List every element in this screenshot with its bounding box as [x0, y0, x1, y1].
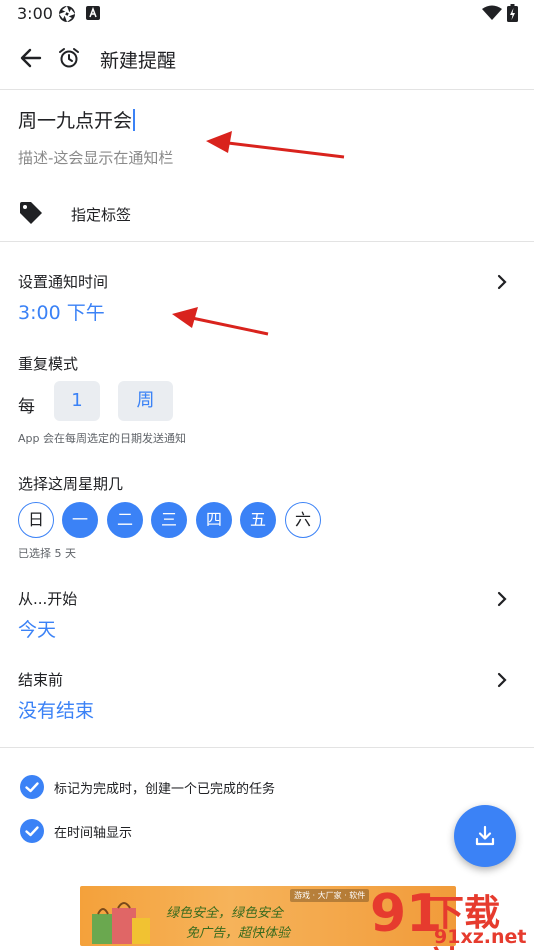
weekday-tuesday[interactable]: 二 — [107, 502, 143, 538]
weekday-monday[interactable]: 一 — [62, 502, 98, 538]
show-in-timeline-label: 在时间轴显示 — [54, 826, 133, 841]
weekday-sunday[interactable]: 日 — [18, 502, 54, 538]
save-fab-button[interactable] — [454, 805, 516, 867]
selected-days-summary: 已选择 5 天 — [18, 547, 76, 560]
end-date-label: 结束前 — [18, 671, 64, 689]
accessibility-badge-icon — [86, 5, 100, 25]
status-bar: 3:00 — [0, 0, 534, 28]
repeat-mode-label: 重复模式 — [18, 355, 79, 373]
repeat-unit-select[interactable]: 周 — [118, 381, 173, 421]
create-completed-task-label: 标记为完成时，创建一个已完成的任务 — [54, 782, 276, 797]
reminder-title-input[interactable]: 周一九点开会 — [18, 106, 136, 133]
chevron-right-icon — [495, 274, 509, 294]
checkbox-checked-icon[interactable] — [20, 775, 44, 799]
banner-headline: 绿色安全，绿色安全 — [166, 906, 284, 921]
app-bar: 新建提醒 — [0, 28, 534, 90]
text-caret — [133, 109, 136, 131]
repeat-interval-field[interactable]: 1 — [54, 381, 100, 421]
create-completed-task-option[interactable]: 标记为完成时，创建一个已完成的任务 — [0, 771, 440, 805]
banner-tag: 游戏 · 大厂家 · 软件 — [290, 889, 370, 902]
wifi-icon — [482, 5, 502, 25]
chevron-right-icon — [495, 672, 509, 692]
every-label: 每 — [18, 397, 35, 417]
banner-subline: 免广告，超快体验 — [186, 926, 291, 941]
weekday-picker-label: 选择这周星期几 — [18, 475, 124, 493]
checkbox-checked-icon[interactable] — [20, 819, 44, 843]
weekday-friday[interactable]: 五 — [240, 502, 276, 538]
watermark-url: 91xz.net — [434, 926, 527, 948]
tag-icon — [18, 200, 44, 230]
start-date-value: 今天 — [18, 619, 57, 641]
divider — [0, 241, 534, 242]
repeat-hint: App 会在每周选定的日期发送通知 — [18, 432, 186, 445]
download-icon — [473, 824, 497, 852]
back-arrow-icon[interactable] — [20, 47, 42, 73]
divider — [0, 747, 534, 748]
alarm-clock-icon — [58, 47, 80, 73]
weekday-saturday[interactable]: 六 — [285, 502, 321, 538]
start-date-label: 从...开始 — [18, 590, 78, 608]
notify-time-row[interactable]: 设置通知时间 3:00 下午 — [0, 262, 534, 328]
end-date-row[interactable]: 结束前 没有结束 — [0, 661, 534, 725]
start-date-row[interactable]: 从...开始 今天 — [0, 580, 534, 644]
weekday-wednesday[interactable]: 三 — [151, 502, 187, 538]
reminder-title-text: 周一九点开会 — [18, 110, 133, 132]
end-date-value: 没有结束 — [18, 700, 95, 722]
annotation-arrow-title — [206, 131, 345, 159]
assign-tag-label: 指定标签 — [71, 206, 132, 224]
show-in-timeline-option[interactable]: 在时间轴显示 — [0, 815, 440, 849]
page-title: 新建提醒 — [100, 50, 177, 72]
notify-time-label: 设置通知时间 — [18, 273, 109, 291]
status-time: 3:00 — [17, 4, 53, 23]
shutter-icon — [58, 5, 76, 27]
shopping-bags-icon — [92, 902, 150, 944]
battery-icon — [507, 4, 518, 26]
notify-time-value: 3:00 下午 — [18, 302, 105, 324]
weekday-thursday[interactable]: 四 — [196, 502, 232, 538]
chevron-right-icon — [495, 591, 509, 611]
description-input[interactable]: 描述-这会显示在通知栏 — [18, 147, 173, 168]
assign-tag-row[interactable]: 指定标签 — [0, 190, 534, 236]
